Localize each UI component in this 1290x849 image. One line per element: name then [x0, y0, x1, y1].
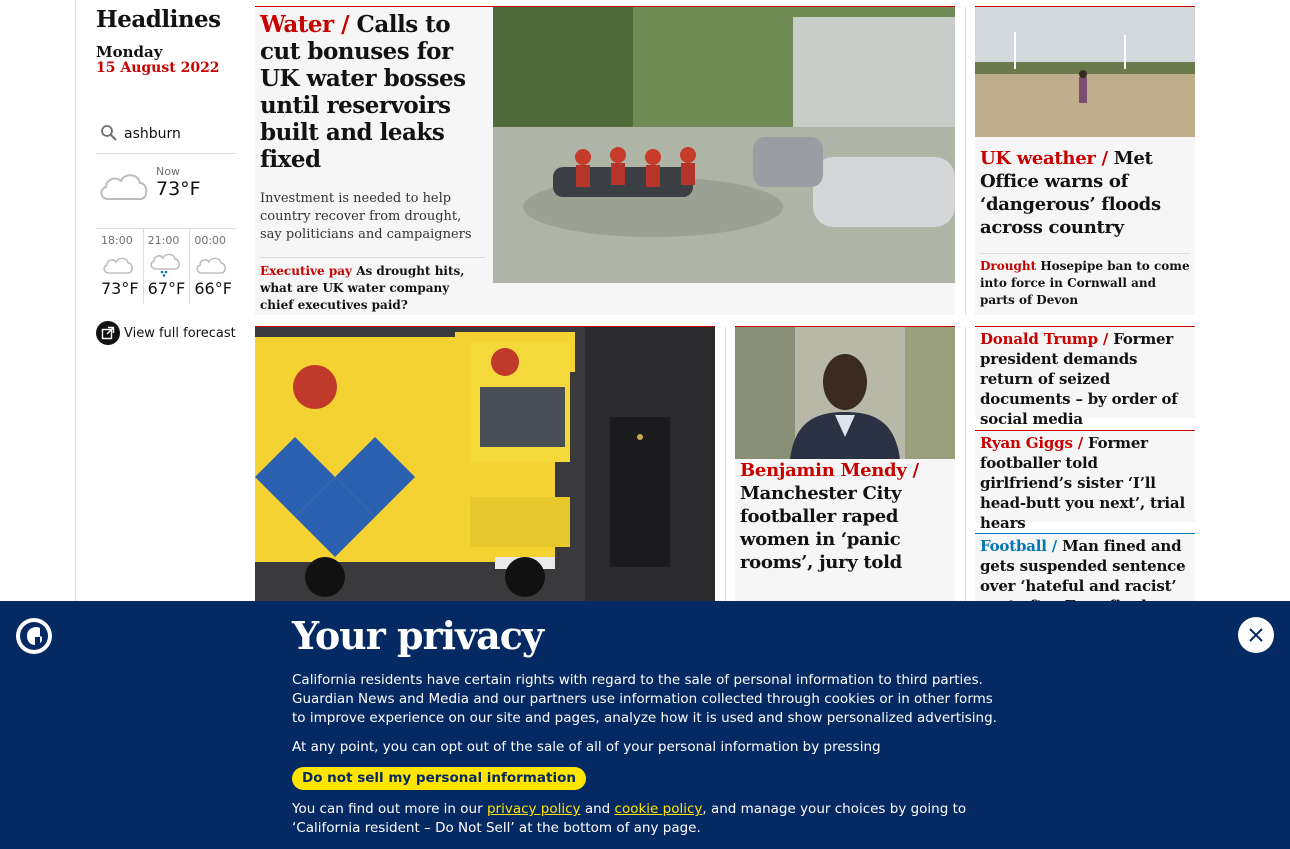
privacy-paragraph: California residents have certain rights…: [292, 672, 997, 726]
date-label: 15 August 2022: [96, 60, 220, 76]
trump-kicker: Donald Trump /: [980, 330, 1109, 348]
privacy-policy-link[interactable]: privacy policy: [487, 801, 581, 817]
forecast-temperature: 67°F: [147, 279, 186, 298]
section-title: Headlines: [96, 6, 221, 33]
flood-rescue-photo[interactable]: [493, 7, 955, 283]
mendy-portrait-photo[interactable]: [735, 327, 955, 459]
forecast-slot: 21:00 67°F: [142, 229, 190, 304]
removal-van-story-card[interactable]: [255, 327, 715, 607]
view-full-forecast-link[interactable]: View full forecast: [96, 321, 236, 345]
mendy-kicker: Benjamin Mendy /: [740, 460, 919, 481]
mendy-headline-text: Manchester City footballer raped women i…: [740, 483, 902, 573]
main-headline[interactable]: Water / Calls to cut bonuses for UK wate…: [260, 11, 485, 173]
sublink-kicker: Executive pay: [260, 264, 352, 278]
main-sublink[interactable]: Executive pay As drought hits, what are …: [260, 257, 485, 314]
forecast-slot: 18:00 73°F: [96, 229, 143, 304]
full-forecast-label: View full forecast: [124, 325, 236, 341]
location-input[interactable]: ashburn: [124, 126, 181, 142]
side-sublink[interactable]: Drought Hosepipe ban to come into force …: [980, 253, 1190, 309]
cloud-icon: [100, 174, 148, 200]
sublink-kicker: Drought: [980, 259, 1037, 273]
day-label: Monday: [96, 43, 163, 61]
now-label: Now: [156, 165, 180, 178]
mendy-headline[interactable]: Benjamin Mendy / Manchester City footbal…: [740, 459, 950, 574]
giggs-kicker: Ryan Giggs /: [980, 434, 1083, 452]
cloud-icon: [196, 257, 227, 274]
trump-headline[interactable]: Donald Trump / Former president demands …: [980, 329, 1190, 429]
side-kicker: UK weather /: [980, 148, 1108, 169]
privacy-paragraph: At any point, you can opt out of the sal…: [292, 739, 881, 755]
close-banner-button[interactable]: [1238, 617, 1274, 653]
football-kicker: Football /: [980, 537, 1058, 555]
side-story-card[interactable]: UK weather / Met Office warns of ‘danger…: [975, 7, 1195, 315]
forecast-temperature: 66°F: [194, 279, 232, 298]
do-not-sell-button[interactable]: Do not sell my personal information: [292, 767, 586, 790]
side-headline[interactable]: UK weather / Met Office warns of ‘danger…: [980, 147, 1190, 239]
cloud-icon: [103, 257, 133, 274]
privacy-text: You can find out more in our: [292, 801, 487, 817]
now-temperature: 73°F: [156, 178, 201, 200]
guardian-logo-icon: [16, 618, 52, 654]
mendy-story-card[interactable]: Benjamin Mendy / Manchester City footbal…: [735, 327, 955, 607]
main-kicker: Water /: [260, 11, 350, 38]
dry-field-photo[interactable]: [975, 7, 1195, 137]
privacy-body: California residents have certain rights…: [292, 671, 997, 848]
privacy-text: and: [580, 801, 615, 817]
cookie-policy-link[interactable]: cookie policy: [615, 801, 703, 817]
weather-location-search[interactable]: ashburn: [96, 120, 236, 154]
removal-van-photo[interactable]: [255, 327, 715, 602]
giggs-story-card[interactable]: Ryan Giggs / Former footballer told girl…: [975, 431, 1195, 532]
forecast-slot: 00:00 66°F: [189, 229, 236, 304]
forecast-time: 21:00: [147, 234, 180, 247]
forecast-temperature: 73°F: [101, 279, 139, 298]
main-standfirst: Investment is needed to help country rec…: [260, 191, 472, 242]
hourly-forecast: 18:00 73°F 21:00 67°F 00:00 66°F: [96, 228, 236, 304]
search-icon: [101, 125, 117, 141]
privacy-banner: Your privacy California residents have c…: [0, 601, 1290, 849]
trump-story-card[interactable]: Donald Trump / Former president demands …: [975, 327, 1195, 428]
main-story-card[interactable]: Water / Calls to cut bonuses for UK wate…: [255, 7, 955, 315]
close-icon: [1249, 628, 1263, 642]
external-link-icon: [96, 321, 120, 345]
rain-cloud-icon: [150, 253, 180, 277]
forecast-time: 00:00: [194, 234, 227, 247]
privacy-paragraph: You can find out more in our privacy pol…: [292, 800, 997, 838]
giggs-headline[interactable]: Ryan Giggs / Former footballer told girl…: [980, 433, 1190, 533]
privacy-title: Your privacy: [292, 613, 544, 658]
forecast-time: 18:00: [101, 234, 133, 247]
